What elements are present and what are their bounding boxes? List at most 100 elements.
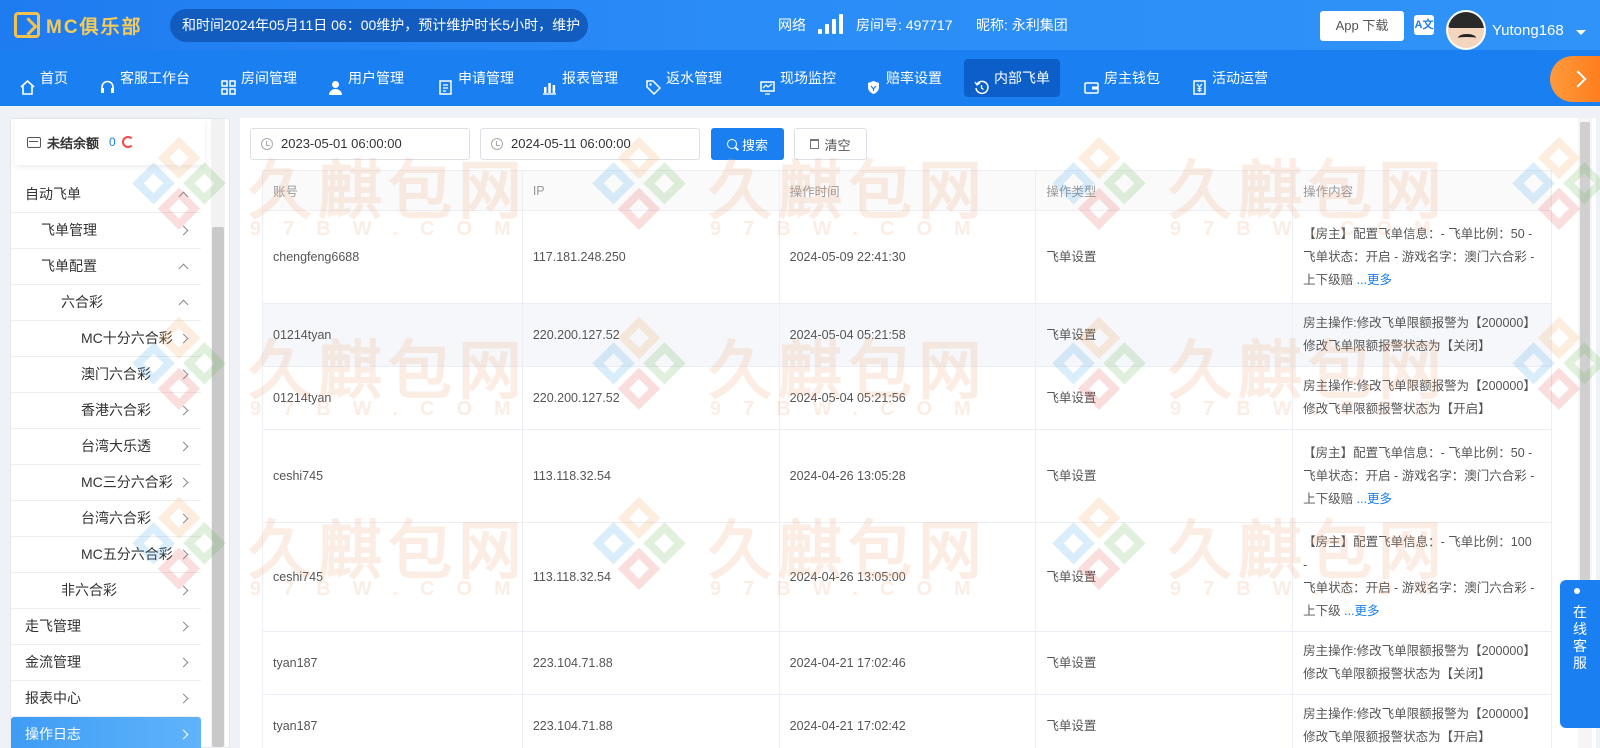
content-text: 飞单状态：开启 - 游戏名字：澳门六合彩 - [1303, 468, 1535, 483]
ip-cell: 117.181.248.250 [521, 210, 780, 304]
chevron-up-icon [178, 191, 189, 202]
chat-char: 客 [1573, 638, 1587, 654]
column-header: 操作时间 [778, 170, 1037, 211]
sidebar-item[interactable]: 台湾大乐透 [11, 429, 201, 465]
clear-button-label: 清空 [824, 137, 851, 153]
sidebar-item[interactable]: MC五分六合彩 [11, 537, 201, 573]
sidebar-item[interactable]: 操作日志 [11, 717, 201, 748]
sidebar-item-label: MC十分六合彩 [81, 330, 173, 346]
nav-service-desk[interactable]: 客服工作台 [90, 59, 200, 97]
table-row[interactable]: ceshi745 113.118.32.54 2024-04-26 13:05:00… [262, 522, 1552, 632]
nav-activity-operations[interactable]: 活动运营 [1182, 59, 1278, 97]
chevron-right-icon [178, 585, 189, 596]
nav-user-management[interactable]: 用户管理 [318, 59, 414, 97]
end-date-input[interactable]: 2024-05-11 06:00:00 [480, 128, 700, 160]
content-line: 【房主】配置飞单信息：- 飞单比例：50 - [1303, 223, 1537, 246]
sidebar-menu: 自动飞单飞单管理 飞单配置 六合彩 MC十分六合彩澳门六合彩 香港六合彩 台湾大乐透 MC三… [11, 177, 201, 748]
more-link[interactable]: ...更多 [1344, 604, 1379, 618]
sidebar-item[interactable]: 走飞管理 [11, 609, 201, 645]
wallet-icon [27, 136, 41, 148]
account-cell: 01214tyan [262, 366, 523, 430]
table-row[interactable]: tyan187 223.104.71.88 2024-04-21 17:02:42 飞… [262, 694, 1552, 748]
sidebar-scrollbar[interactable] [211, 119, 225, 748]
sidebar-item-label: 非六合彩 [61, 582, 117, 598]
nav-room-management[interactable]: 房间管理 [211, 59, 307, 97]
nav-owner-wallet[interactable]: 房主钱包 [1074, 59, 1170, 97]
more-link[interactable]: ...更多 [1357, 273, 1392, 287]
nav-application-management[interactable]: 申请管理 [428, 59, 524, 97]
nav-home[interactable]: 首页 [10, 59, 78, 97]
search-icon [726, 139, 737, 149]
type-cell: 飞单设置 [1035, 631, 1294, 695]
nav-rebate-management[interactable]: 返水管理 [636, 59, 732, 97]
content-line: 上下级赔 ...更多 [1303, 488, 1537, 511]
sidebar-item[interactable]: 飞单管理 [11, 213, 201, 249]
chevron-down-icon[interactable] [1576, 30, 1586, 35]
nav-label: 房主钱包 [1104, 70, 1160, 86]
app-download-button[interactable]: App 下载 [1320, 11, 1404, 41]
sidebar-item-label: 操作日志 [25, 726, 81, 742]
table-row[interactable]: chengfeng6688 117.181.248.250 2024-05-09 2… [262, 210, 1552, 304]
online-service-label: 在线客服 [1560, 604, 1600, 672]
sidebar-item[interactable]: 自动飞单 [11, 177, 201, 213]
search-button[interactable]: 搜索 [711, 128, 784, 160]
nav-label: 报表管理 [562, 70, 618, 86]
chevron-right-icon [178, 729, 189, 740]
translate-icon[interactable]: A文 [1414, 15, 1434, 35]
online-service-widget[interactable]: 在线客服 [1560, 580, 1600, 728]
start-date-input[interactable]: 2023-05-01 06:00:00 [250, 128, 470, 160]
account-cell: ceshi745 [262, 522, 523, 632]
sidebar-scroll-thumb[interactable] [212, 227, 224, 747]
sidebar-item[interactable]: 金流管理 [11, 645, 201, 681]
time-cell: 2024-04-21 17:02:42 [778, 694, 1037, 748]
column-header: IP [521, 170, 780, 211]
sidebar-item[interactable]: 澳门六合彩 [11, 357, 201, 393]
ip-cell: 220.200.127.52 [521, 366, 780, 430]
content-line: 修改飞单限额报警状态为【关闭】 [1303, 663, 1537, 686]
nav-internal-flyorder[interactable]: 内部飞单 [964, 59, 1060, 97]
app-logo[interactable]: MC俱乐部 [14, 10, 143, 40]
sidebar-item[interactable]: 飞单配置 [11, 249, 201, 285]
ip-cell: 223.104.71.88 [521, 631, 780, 695]
table-row[interactable]: 01214tyan 220.200.127.52 2024-05-04 05:21:… [262, 366, 1552, 430]
end-date-value: 2024-05-11 06:00:00 [511, 136, 631, 151]
content-line: 飞单状态：开启 - 游戏名字：澳门六合彩 - [1303, 465, 1537, 488]
content-text: 修改飞单限额报警状态为【关闭】 [1303, 667, 1491, 681]
nav-label: 现场监控 [780, 70, 836, 86]
more-link[interactable]: ...更多 [1357, 492, 1392, 506]
avatar[interactable] [1446, 10, 1486, 50]
nav-report-management[interactable]: 报表管理 [532, 59, 628, 97]
account-cell: tyan187 [262, 631, 523, 695]
nav-next-button[interactable] [1550, 56, 1600, 102]
content-text: 【房主】配置飞单信息：- 飞单比例：50 - [1303, 226, 1533, 241]
ip-cell: 113.118.32.54 [521, 522, 780, 632]
sidebar-item[interactable]: 报表中心 [11, 681, 201, 717]
logo-icon [14, 12, 40, 38]
sidebar-item[interactable]: 六合彩 [11, 285, 201, 321]
content-cell: 房主操作:修改飞单限额报警为【200000】 修改飞单限额报警状态为【关闭】 [1292, 631, 1552, 695]
wallet-icon [1084, 71, 1099, 94]
clear-button[interactable]: 清空 [794, 128, 867, 160]
content-line: 【房主】配置飞单信息：- 飞单比例：100 - [1303, 531, 1537, 577]
nav-live-monitor[interactable]: 现场监控 [750, 59, 846, 97]
chevron-right-icon [178, 657, 189, 668]
sidebar-item[interactable]: 香港六合彩 [11, 393, 201, 429]
ip-cell: 220.200.127.52 [521, 303, 780, 367]
table-row[interactable]: tyan187 223.104.71.88 2024-04-21 17:02:46 飞… [262, 631, 1552, 695]
sidebar-item[interactable]: MC三分六合彩 [11, 465, 201, 501]
refresh-icon[interactable] [121, 136, 134, 148]
content-line: 修改飞单限额报警状态为【开启】 [1303, 398, 1537, 421]
table-row[interactable]: ceshi745 113.118.32.54 2024-04-26 13:05:28… [262, 429, 1552, 523]
grid-icon [221, 71, 236, 95]
table-row[interactable]: 01214tyan 220.200.127.52 2024-05-04 05:21:… [262, 303, 1552, 367]
type-cell: 飞单设置 [1035, 210, 1294, 304]
sidebar-item-label: 自动飞单 [25, 186, 81, 202]
sidebar-item[interactable]: 非六合彩 [11, 573, 201, 609]
sidebar-item[interactable]: 台湾六合彩 [11, 501, 201, 537]
chat-char: 在 [1573, 604, 1587, 620]
type-cell: 飞单设置 [1035, 694, 1294, 748]
nav-odds-settings[interactable]: 赔率设置 [856, 59, 952, 97]
content-text: 上下级赔 [1303, 491, 1357, 506]
sidebar-item[interactable]: MC十分六合彩 [11, 321, 201, 357]
chevron-right-icon [178, 225, 189, 236]
